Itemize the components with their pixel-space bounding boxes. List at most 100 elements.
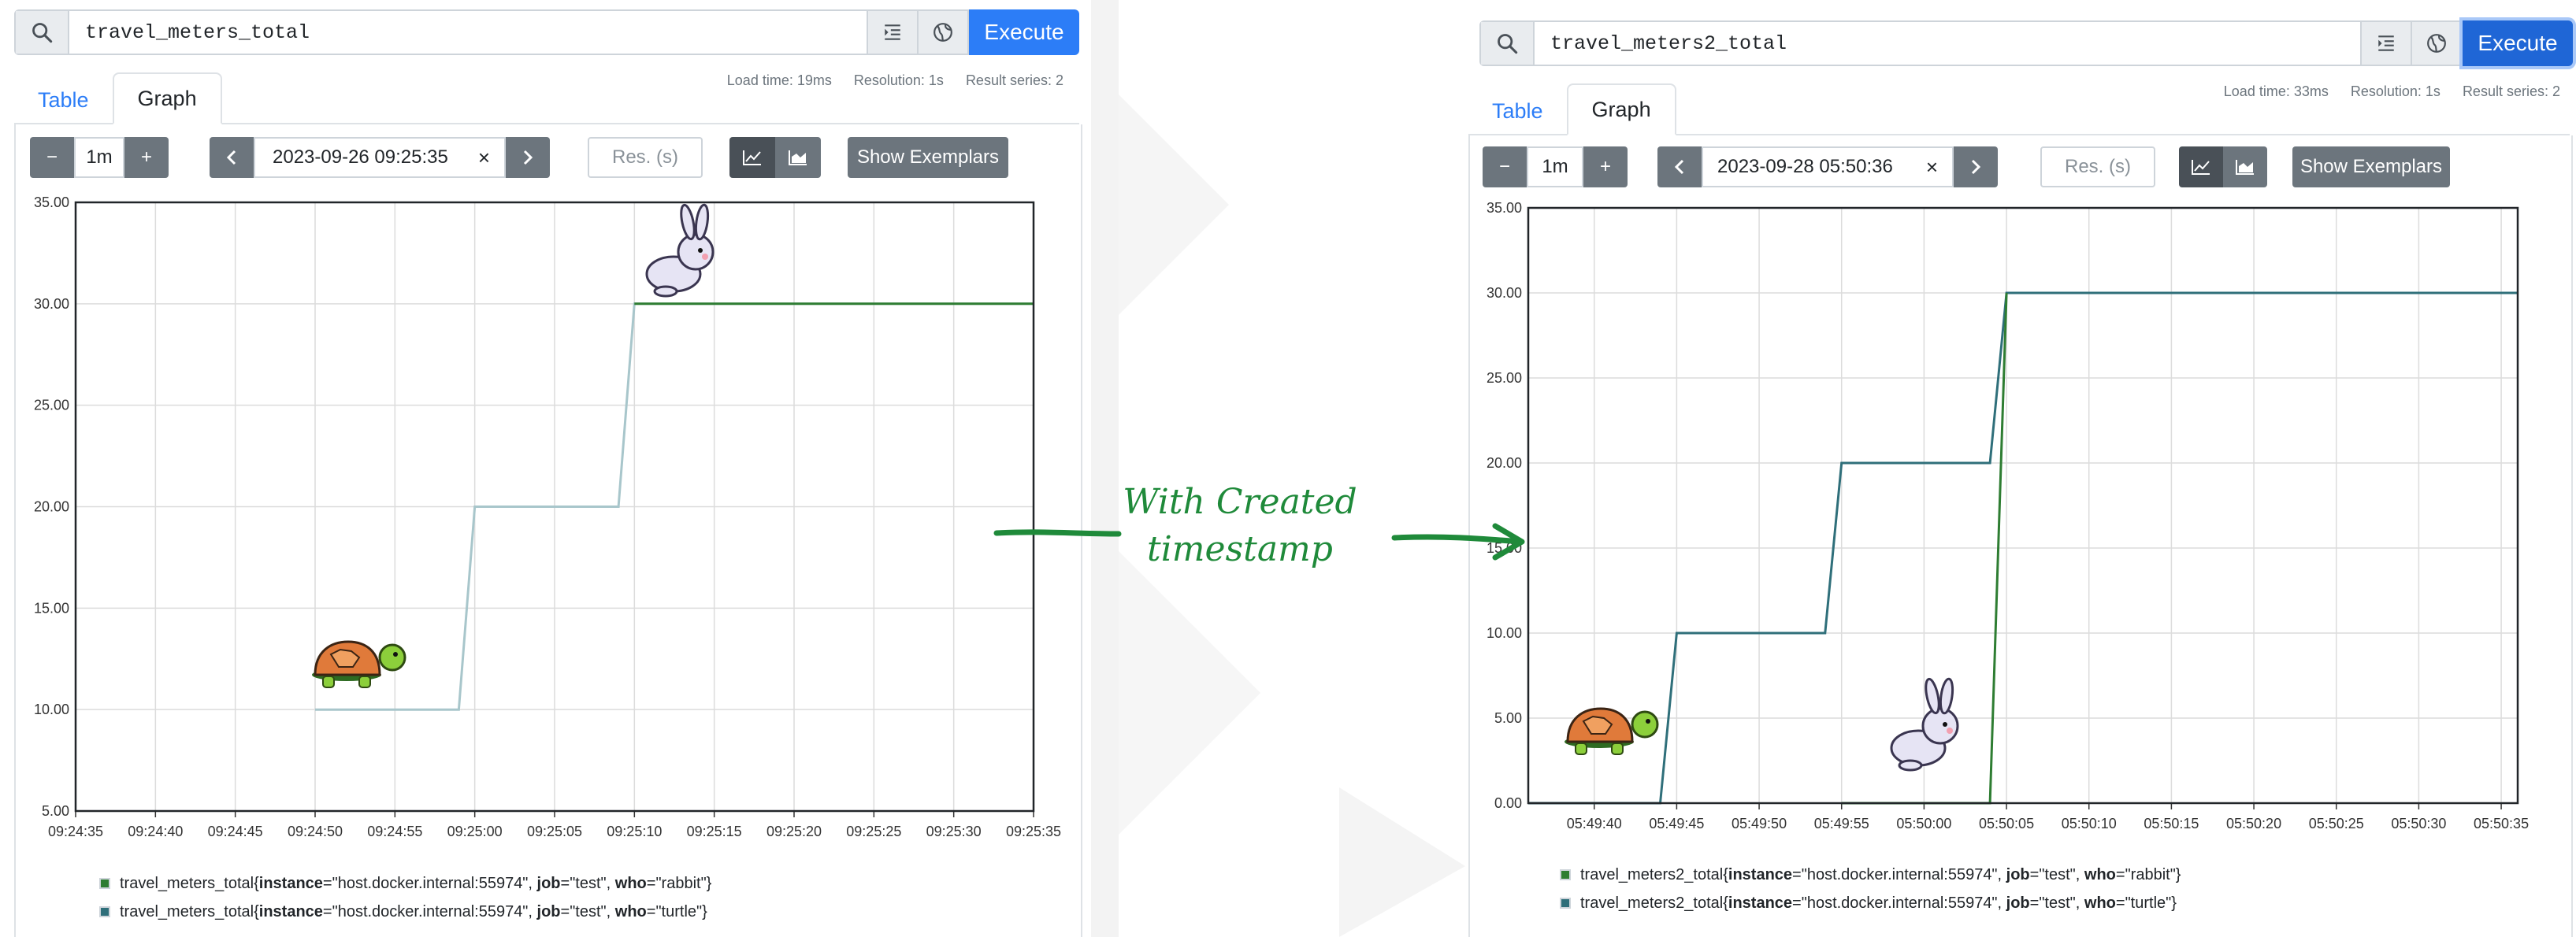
view-tabs: Table Graph bbox=[1468, 83, 1676, 135]
y-tick-label: 0.00 bbox=[1494, 795, 1522, 811]
x-tick-label: 09:25:20 bbox=[766, 824, 822, 839]
turtle-icon bbox=[312, 640, 406, 688]
x-tick-label: 05:50:25 bbox=[2309, 816, 2364, 831]
legend-swatch bbox=[1560, 898, 1571, 909]
x-tick-label: 09:24:35 bbox=[48, 824, 103, 839]
stacked-area-chart-icon bbox=[2236, 160, 2254, 175]
legend-swatch bbox=[99, 878, 110, 889]
legend-item[interactable]: travel_meters2_total{instance="host.dock… bbox=[1560, 889, 2181, 917]
result-series: Result series: 2 bbox=[965, 72, 1063, 88]
format-indent-icon bbox=[2378, 35, 2394, 51]
stacked-chart-toggle[interactable] bbox=[2223, 146, 2267, 187]
x-tick-label: 09:24:40 bbox=[128, 824, 183, 839]
range-decrease-button[interactable]: − bbox=[1483, 146, 1527, 187]
end-time-back-button[interactable] bbox=[210, 137, 254, 178]
end-time-forward-button[interactable] bbox=[1954, 146, 1998, 187]
resolution: Resolution: 1s bbox=[853, 72, 944, 88]
y-tick-label: 20.00 bbox=[1487, 455, 1522, 471]
rabbit-icon bbox=[645, 203, 715, 298]
line-chart-toggle[interactable] bbox=[729, 137, 775, 178]
format-expression-button[interactable] bbox=[868, 9, 919, 55]
tab-graph[interactable]: Graph bbox=[1566, 83, 1676, 135]
metrics-explorer-button[interactable] bbox=[919, 9, 969, 55]
x-tick-label: 09:25:05 bbox=[527, 824, 582, 839]
graph-chart: 5.00 10.00 15.00 20.00 25.00 30.00 35.00 09:24:… bbox=[34, 194, 1061, 839]
execute-button[interactable]: Execute bbox=[969, 9, 1079, 55]
show-exemplars-button[interactable]: Show Exemplars bbox=[2292, 146, 2450, 187]
chevron-right-icon bbox=[523, 150, 533, 165]
y-tick-label: 10.00 bbox=[34, 702, 69, 717]
y-tick-label: 30.00 bbox=[1487, 285, 1522, 301]
end-time-value: 2023-09-26 09:25:35 bbox=[273, 146, 448, 168]
x-tick-label: 05:49:50 bbox=[1732, 816, 1787, 831]
stacked-area-chart-icon bbox=[789, 150, 807, 165]
graph-chart: 0.005.0010.0015.0020.0025.0030.0035.0005… bbox=[1487, 200, 2529, 831]
y-tick-label: 25.00 bbox=[34, 398, 69, 413]
query-bar: travel_meters_total Execute bbox=[14, 9, 1079, 55]
chevron-left-icon bbox=[226, 150, 236, 165]
expression-input[interactable]: travel_meters2_total bbox=[1535, 22, 2360, 65]
y-tick-label: 35.00 bbox=[34, 194, 69, 210]
query-box: travel_meters2_total bbox=[1479, 20, 2362, 66]
close-icon[interactable]: × bbox=[478, 146, 490, 170]
annotation-text-line-1: With Created bbox=[1123, 482, 1357, 522]
range-increase-button[interactable]: + bbox=[1583, 146, 1628, 187]
plus-icon: + bbox=[140, 146, 152, 168]
x-tick-label: 05:49:40 bbox=[1567, 816, 1622, 831]
close-icon[interactable]: × bbox=[1926, 155, 1938, 180]
format-indent-icon bbox=[885, 24, 900, 40]
load-time: Load time: 33ms bbox=[2223, 83, 2329, 99]
tab-graph[interactable]: Graph bbox=[112, 72, 222, 124]
execute-button[interactable]: Execute bbox=[2463, 20, 2573, 66]
legend-item[interactable]: travel_meters_total{instance="host.docke… bbox=[99, 898, 711, 926]
x-tick-label: 09:25:30 bbox=[926, 824, 982, 839]
end-time-input[interactable]: 2023-09-26 09:25:35 × bbox=[254, 137, 506, 178]
line-chart-toggle[interactable] bbox=[2179, 146, 2223, 187]
query-stats: Load time: 33ms Resolution: 1s Result seri… bbox=[2202, 83, 2560, 100]
end-time-back-button[interactable] bbox=[1657, 146, 1702, 187]
legend-label: travel_meters2_total{instance="host.dock… bbox=[1580, 894, 2177, 912]
y-tick-label: 25.00 bbox=[1487, 370, 1522, 386]
resolution-input[interactable]: Res. (s) bbox=[2040, 146, 2155, 187]
graph-controls: − 1m + 2023-09-26 09:25:35 × Res. (s) Sh… bbox=[30, 137, 1054, 178]
format-expression-button[interactable] bbox=[2362, 20, 2412, 66]
legend: travel_meters_total{instance="host.docke… bbox=[99, 869, 711, 926]
minus-icon: − bbox=[46, 146, 58, 168]
view-tabs: Table Graph bbox=[14, 72, 222, 124]
x-tick-label: 09:25:35 bbox=[1006, 824, 1061, 839]
query-bar: travel_meters2_total Execute bbox=[1479, 20, 2573, 66]
x-tick-label: 05:50:10 bbox=[2062, 816, 2117, 831]
metrics-explorer-globe-icon bbox=[934, 23, 952, 42]
metrics-explorer-button[interactable] bbox=[2412, 20, 2463, 66]
tab-table[interactable]: Table bbox=[1468, 87, 1567, 135]
line-chart-icon bbox=[2192, 160, 2210, 175]
legend-label: travel_meters_total{instance="host.docke… bbox=[120, 874, 712, 892]
turtle-icon bbox=[1565, 707, 1659, 755]
range-input[interactable]: 1m bbox=[1527, 146, 1583, 187]
legend-swatch bbox=[1560, 869, 1571, 880]
x-tick-label: 09:24:50 bbox=[288, 824, 343, 839]
end-time-forward-button[interactable] bbox=[506, 137, 550, 178]
stacked-chart-toggle[interactable] bbox=[775, 137, 821, 178]
query-stats: Load time: 19ms Resolution: 1s Result seri… bbox=[705, 72, 1063, 89]
load-time: Load time: 19ms bbox=[726, 72, 832, 88]
expression-input[interactable]: travel_meters_total bbox=[69, 11, 867, 54]
y-tick-label: 5.00 bbox=[42, 803, 69, 819]
range-decrease-button[interactable]: − bbox=[30, 137, 74, 178]
chevron-left-icon bbox=[1674, 159, 1684, 175]
x-tick-label: 09:24:55 bbox=[367, 824, 422, 839]
x-tick-label: 05:50:00 bbox=[1896, 816, 1951, 831]
range-increase-button[interactable]: + bbox=[124, 137, 169, 178]
x-tick-label: 09:25:00 bbox=[447, 824, 503, 839]
end-time-input[interactable]: 2023-09-28 05:50:36 × bbox=[1702, 146, 1954, 187]
range-input[interactable]: 1m bbox=[74, 137, 124, 178]
plus-icon: + bbox=[1599, 156, 1611, 177]
left-prometheus-panel: travel_meters_total Execute Load time: 1… bbox=[0, 0, 1087, 937]
legend-item[interactable]: travel_meters_total{instance="host.docke… bbox=[99, 869, 711, 898]
show-exemplars-button[interactable]: Show Exemplars bbox=[848, 137, 1008, 178]
legend-item[interactable]: travel_meters2_total{instance="host.dock… bbox=[1560, 861, 2181, 889]
resolution-input[interactable]: Res. (s) bbox=[588, 137, 703, 178]
x-tick-label: 09:25:10 bbox=[607, 824, 662, 839]
tab-table[interactable]: Table bbox=[14, 76, 113, 124]
x-tick-label: 05:50:15 bbox=[2144, 816, 2199, 831]
